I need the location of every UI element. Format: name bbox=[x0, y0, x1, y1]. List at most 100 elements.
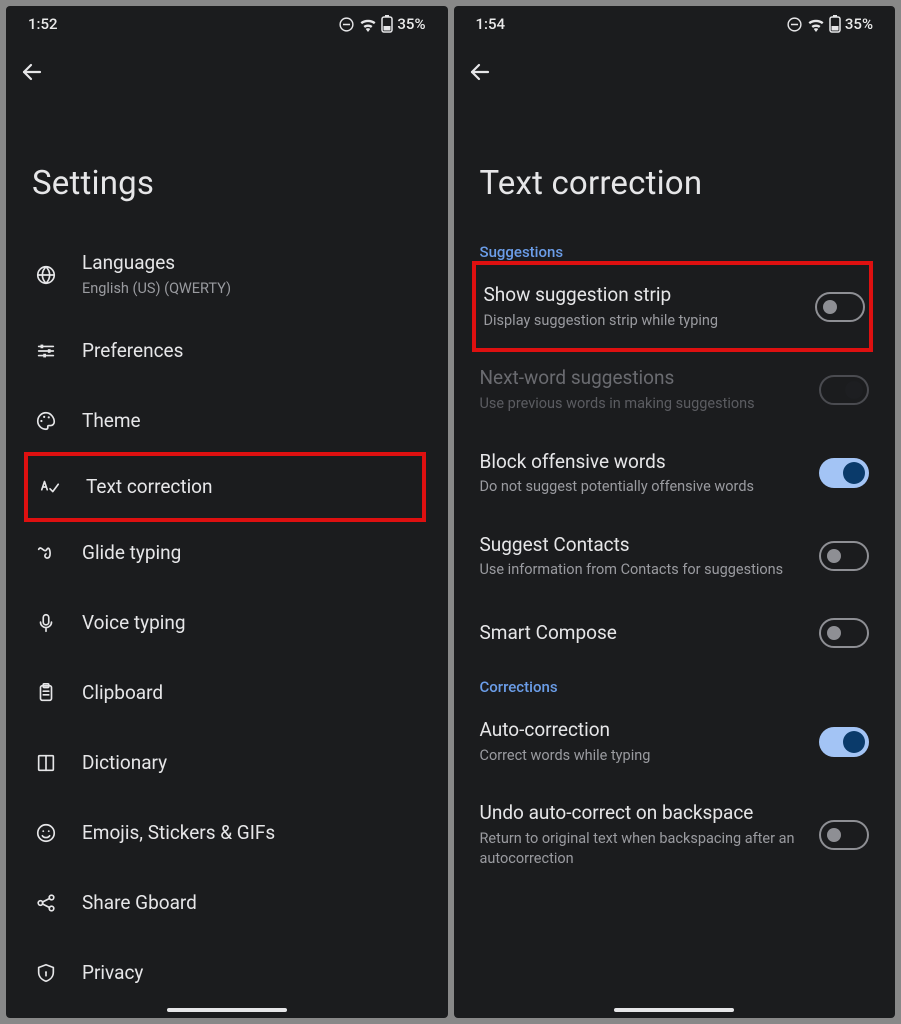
gesture-icon bbox=[32, 542, 60, 564]
clipboard-icon bbox=[32, 682, 60, 704]
text-correction-list: Suggestions Show suggestion strip Displa… bbox=[454, 233, 896, 886]
dnd-icon bbox=[338, 16, 355, 33]
row-texts: Undo auto-correct on backspace Return to… bbox=[480, 801, 798, 868]
row-sub: Return to original text when backspacing… bbox=[480, 829, 798, 868]
settings-row-text-correction[interactable]: Text correction bbox=[24, 452, 426, 522]
settings-row-voice-typing[interactable]: Voice typing bbox=[6, 588, 448, 658]
row-label: Text correction bbox=[86, 475, 418, 500]
row-label: Undo auto-correct on backspace bbox=[480, 801, 798, 826]
sliders-icon bbox=[32, 340, 60, 362]
row-texts: Voice typing bbox=[82, 611, 422, 636]
row-label: Auto-correction bbox=[480, 718, 798, 743]
row-label: Theme bbox=[82, 409, 422, 434]
wifi-icon bbox=[359, 17, 377, 32]
phone-left: 1:52 35% Settings Languages English (US)… bbox=[6, 6, 448, 1018]
toggle-switch[interactable] bbox=[819, 820, 869, 850]
share-icon bbox=[32, 892, 60, 914]
toggle-switch bbox=[819, 375, 869, 405]
row-texts: Preferences bbox=[82, 339, 422, 364]
toggle-row-smart-compose[interactable]: Smart Compose bbox=[454, 598, 896, 668]
row-sub: Display suggestion strip while typing bbox=[484, 311, 794, 331]
settings-row-glide-typing[interactable]: Glide typing bbox=[6, 518, 448, 588]
toggle-row-undo-auto-correct-on-backspace[interactable]: Undo auto-correct on backspace Return to… bbox=[454, 783, 896, 886]
row-texts: Clipboard bbox=[82, 681, 422, 706]
row-label: Next-word suggestions bbox=[480, 366, 798, 391]
page-title: Text correction bbox=[454, 84, 896, 233]
settings-row-preferences[interactable]: Preferences bbox=[6, 316, 448, 386]
settings-row-share-gboard[interactable]: Share Gboard bbox=[6, 868, 448, 938]
row-texts: Dictionary bbox=[82, 751, 422, 776]
row-label: Smart Compose bbox=[480, 621, 798, 646]
row-label: Preferences bbox=[82, 339, 422, 364]
row-label: Block offensive words bbox=[480, 450, 798, 475]
row-label: Dictionary bbox=[82, 751, 422, 776]
home-indicator[interactable] bbox=[614, 1008, 734, 1012]
book-icon bbox=[32, 752, 60, 774]
row-label: Glide typing bbox=[82, 541, 422, 566]
settings-list: Languages English (US) (QWERTY) Preferen… bbox=[6, 233, 448, 1008]
section-header: Corrections bbox=[454, 668, 896, 700]
row-texts: Show suggestion strip Display suggestion… bbox=[484, 283, 794, 330]
back-button[interactable] bbox=[454, 42, 896, 84]
toggle-switch[interactable] bbox=[819, 618, 869, 648]
shield-icon bbox=[32, 962, 60, 984]
page-title: Settings bbox=[6, 84, 448, 233]
toggle-switch[interactable] bbox=[819, 541, 869, 571]
battery-pct: 35% bbox=[397, 15, 425, 33]
toggle-row-show-suggestion-strip[interactable]: Show suggestion strip Display suggestion… bbox=[472, 261, 874, 352]
row-texts: Share Gboard bbox=[82, 891, 422, 916]
emoji-icon bbox=[32, 822, 60, 844]
row-sub: Use information from Contacts for sugges… bbox=[480, 560, 798, 580]
row-texts: Glide typing bbox=[82, 541, 422, 566]
row-sub: Correct words while typing bbox=[480, 746, 798, 766]
row-texts: Next-word suggestions Use previous words… bbox=[480, 366, 798, 413]
globe-icon bbox=[32, 264, 60, 286]
row-sub: English (US) (QWERTY) bbox=[82, 279, 422, 299]
dnd-icon bbox=[786, 16, 803, 33]
settings-row-theme[interactable]: Theme bbox=[6, 386, 448, 456]
row-texts: Languages English (US) (QWERTY) bbox=[82, 251, 422, 298]
arrow-back-icon bbox=[20, 60, 44, 84]
status-bar: 1:54 35% bbox=[454, 6, 896, 42]
toggle-switch[interactable] bbox=[819, 727, 869, 757]
row-sub: Use previous words in making suggestions bbox=[480, 394, 798, 414]
phone-right: 1:54 35% Text correction Suggestions Sho… bbox=[454, 6, 896, 1018]
row-sub: Do not suggest potentially offensive wor… bbox=[480, 477, 798, 497]
row-texts: Theme bbox=[82, 409, 422, 434]
toggle-row-block-offensive-words[interactable]: Block offensive words Do not suggest pot… bbox=[454, 432, 896, 515]
settings-row-clipboard[interactable]: Clipboard bbox=[6, 658, 448, 728]
wifi-icon bbox=[807, 17, 825, 32]
spellcheck-icon bbox=[36, 476, 64, 498]
toggle-row-auto-correction[interactable]: Auto-correction Correct words while typi… bbox=[454, 700, 896, 783]
toggle-row-suggest-contacts[interactable]: Suggest Contacts Use information from Co… bbox=[454, 515, 896, 598]
settings-row-dictionary[interactable]: Dictionary bbox=[6, 728, 448, 798]
back-button[interactable] bbox=[6, 42, 448, 84]
home-indicator[interactable] bbox=[167, 1008, 287, 1012]
row-texts: Emojis, Stickers & GIFs bbox=[82, 821, 422, 846]
row-texts: Suggest Contacts Use information from Co… bbox=[480, 533, 798, 580]
toggle-switch[interactable] bbox=[815, 292, 865, 322]
row-texts: Text correction bbox=[86, 475, 418, 500]
settings-row-emojis-stickers-gifs[interactable]: Emojis, Stickers & GIFs bbox=[6, 798, 448, 868]
mic-icon bbox=[32, 612, 60, 634]
battery-icon bbox=[829, 15, 841, 33]
status-right: 35% bbox=[786, 15, 873, 33]
settings-row-privacy[interactable]: Privacy bbox=[6, 938, 448, 1008]
row-label: Share Gboard bbox=[82, 891, 422, 916]
row-label: Clipboard bbox=[82, 681, 422, 706]
battery-pct: 35% bbox=[845, 15, 873, 33]
status-right: 35% bbox=[338, 15, 425, 33]
row-texts: Block offensive words Do not suggest pot… bbox=[480, 450, 798, 497]
row-label: Voice typing bbox=[82, 611, 422, 636]
palette-icon bbox=[32, 410, 60, 432]
row-texts: Auto-correction Correct words while typi… bbox=[480, 718, 798, 765]
row-label: Suggest Contacts bbox=[480, 533, 798, 558]
row-label: Emojis, Stickers & GIFs bbox=[82, 821, 422, 846]
settings-row-languages[interactable]: Languages English (US) (QWERTY) bbox=[6, 233, 448, 316]
row-texts: Smart Compose bbox=[480, 621, 798, 646]
row-texts: Privacy bbox=[82, 961, 422, 986]
toggle-switch[interactable] bbox=[819, 458, 869, 488]
status-time: 1:52 bbox=[28, 15, 58, 33]
row-label: Languages bbox=[82, 251, 422, 276]
battery-icon bbox=[381, 15, 393, 33]
